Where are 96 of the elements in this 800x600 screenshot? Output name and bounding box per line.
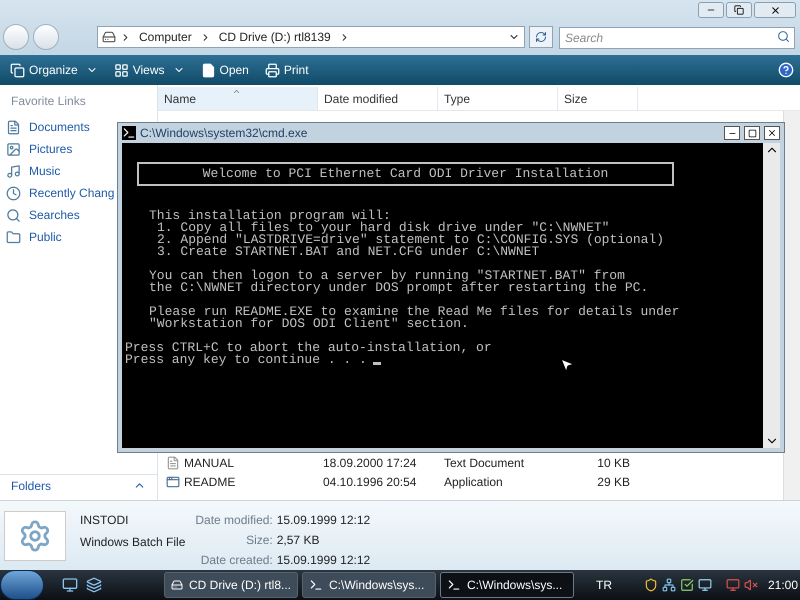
column-header[interactable]: Date modified xyxy=(318,87,438,110)
nav-link[interactable]: Recently Chang xyxy=(6,182,114,204)
folder-icon xyxy=(6,230,21,244)
picture-icon xyxy=(6,142,21,156)
property-value: 15.09.1999 12:12 xyxy=(276,552,370,569)
document-icon xyxy=(6,120,21,134)
check-icon[interactable] xyxy=(680,578,694,592)
console-line: 1. Copy all files to your hard disk drive under "C:\NWNET" xyxy=(157,222,610,234)
window-title: C:\Windows\system32\cmd.exe xyxy=(140,125,308,142)
table-cell-text: 29 KB xyxy=(596,474,630,490)
monitor-icon[interactable] xyxy=(726,578,740,592)
text-cursor xyxy=(372,362,381,365)
search-icon xyxy=(777,30,790,43)
clock-icon xyxy=(6,186,21,200)
maximize-icon xyxy=(748,128,756,138)
address-bar[interactable]: Computer CD Drive (D:) rtl8139 xyxy=(97,26,525,48)
taskbar-button[interactable]: C:\Windows\sys... xyxy=(302,572,436,598)
grid-icon xyxy=(114,62,129,78)
gear-icon xyxy=(18,519,52,553)
property-label: Date modified: xyxy=(195,512,273,529)
taskbar-button[interactable]: C:\Windows\sys... xyxy=(440,572,574,598)
close-button[interactable] xyxy=(754,2,796,18)
console-line: This installation program will: xyxy=(149,210,391,222)
drive-icon xyxy=(102,30,116,44)
toolbar-button[interactable]: Views xyxy=(106,58,192,82)
console-icon xyxy=(122,126,136,140)
minimize-button[interactable] xyxy=(724,126,740,140)
column-header[interactable]: Type xyxy=(438,87,558,110)
search-icon xyxy=(6,208,21,222)
console-icon xyxy=(447,578,461,592)
folders-bar[interactable]: Folders xyxy=(0,474,157,496)
table-cell-text: 18.09.2000 17:24 xyxy=(322,454,418,472)
console-line: Press any key to continue . . . xyxy=(125,354,367,366)
breadcrumb[interactable]: Computer xyxy=(135,28,196,46)
property-label: Date created: xyxy=(200,552,273,569)
nav-link[interactable]: Pictures xyxy=(6,138,72,160)
page-icon xyxy=(200,62,216,78)
table-cell-text: Application xyxy=(443,474,504,490)
network-icon[interactable] xyxy=(662,578,676,592)
column-header[interactable]: Size xyxy=(558,87,638,110)
console-line: You can then logon to a server by running "STARTNET.BAT" from xyxy=(149,270,625,282)
language-indicator[interactable]: TR xyxy=(596,576,612,594)
console-line: Please run README.EXE to examine the Read Me files for details under xyxy=(149,306,680,318)
close-icon xyxy=(767,128,777,138)
search-field[interactable]: Search xyxy=(559,27,795,49)
taskbar-button[interactable]: CD Drive (D:) rtl8... xyxy=(164,572,298,598)
file-type: Windows Batch File xyxy=(80,534,186,551)
console-icon xyxy=(309,578,323,592)
file-name[interactable]: README xyxy=(184,472,236,490)
refresh-button[interactable] xyxy=(529,26,553,48)
console-line: the C:\NWNET directory under DOS prompt after restarting the PC. xyxy=(149,282,648,294)
help-icon[interactable] xyxy=(778,62,794,78)
column-header[interactable]: Name xyxy=(158,87,318,110)
nav-link[interactable]: Music xyxy=(6,160,60,182)
property-label: Size: xyxy=(245,532,273,549)
table-cell-text: 04.10.1996 20:54 xyxy=(322,474,418,490)
music-icon xyxy=(6,164,21,178)
scrollbar[interactable] xyxy=(783,111,800,500)
file-name[interactable]: MANUAL xyxy=(184,454,234,472)
console-line: 3. Create STARTNET.BAT and NET.CFG under C:\NWNET xyxy=(157,246,540,258)
refresh-icon xyxy=(535,31,547,43)
shield-icon[interactable] xyxy=(644,578,658,592)
nav-link[interactable]: Documents xyxy=(6,116,90,138)
start-button[interactable] xyxy=(0,570,44,600)
toolbar-button[interactable]: Print xyxy=(256,58,317,82)
document-icon xyxy=(166,456,180,470)
pages-icon xyxy=(10,62,25,78)
window-icon xyxy=(166,474,180,488)
breadcrumb[interactable]: CD Drive (D:) rtl8139 xyxy=(214,28,335,46)
toolbar-button[interactable]: Organize xyxy=(2,58,106,82)
restore-button[interactable] xyxy=(726,2,752,18)
section-heading: Favorite Links xyxy=(10,93,87,110)
property-value: 2,57 KB xyxy=(276,532,320,549)
nav-link[interactable]: Public xyxy=(6,226,62,248)
printer-icon xyxy=(264,62,280,78)
table-cell-text: 10 KB xyxy=(596,454,630,472)
table-cell-text: Text Document xyxy=(443,454,526,472)
maximize-button[interactable] xyxy=(744,126,760,140)
file-name: INSTODI xyxy=(80,512,130,529)
toolbar-button[interactable]: Open xyxy=(192,58,257,82)
console-line: 2. Append "LASTDRIVE=drive" statement to C:\CONFIG.SYS (optional) xyxy=(157,234,664,246)
close-button[interactable] xyxy=(764,126,780,140)
clock[interactable]: 21:00 xyxy=(768,576,798,594)
windows-icon[interactable] xyxy=(86,577,102,593)
close-icon xyxy=(770,4,780,16)
monitor-icon[interactable] xyxy=(698,578,712,592)
muted-speaker-icon[interactable] xyxy=(744,578,758,592)
nav-link[interactable]: Searches xyxy=(6,204,80,226)
desktop-icon[interactable] xyxy=(62,577,78,593)
console-line: "Workstation for DOS ODI Client" section. xyxy=(149,318,469,330)
scrollbar[interactable] xyxy=(763,143,780,448)
drive-icon xyxy=(171,578,183,592)
restore-icon xyxy=(734,5,744,15)
title-banner: Welcome to PCI Ethernet Card ODI Driver Installation xyxy=(137,162,674,186)
console-line: Press CTRL+C to abort the auto-installation, or xyxy=(125,342,492,354)
property-value: 15.09.1999 12:12 xyxy=(276,512,370,529)
